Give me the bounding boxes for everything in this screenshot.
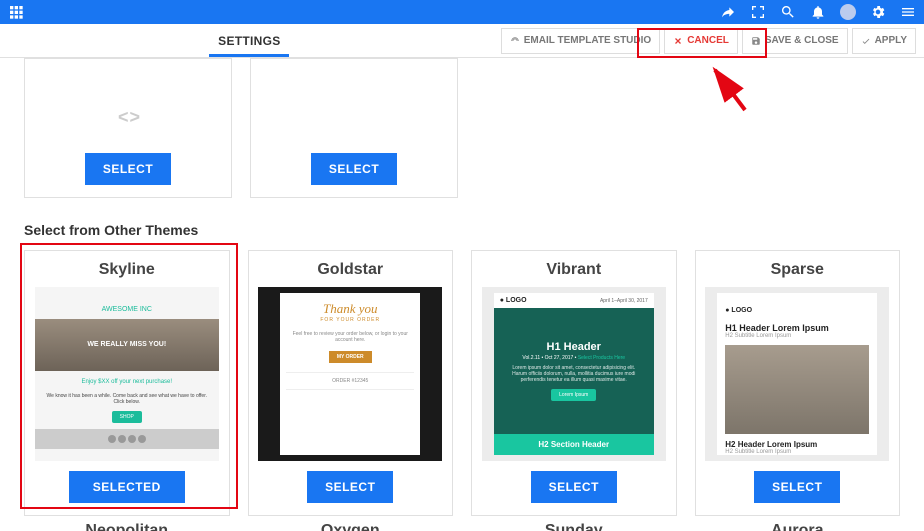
email-template-studio-label: EMAIL TEMPLATE STUDIO xyxy=(524,35,651,46)
preview-sub1: H2 Subtitle Lorem Ipsum xyxy=(717,333,877,345)
cancel-button[interactable]: CANCEL xyxy=(664,28,738,54)
save-close-button[interactable]: SAVE & CLOSE xyxy=(742,28,848,54)
theme-card-sparse: Sparse ● LOGO H1 Header Lorem Ipsum H2 S… xyxy=(695,250,901,516)
theme-title: Sunday xyxy=(471,522,677,531)
theme-card-blank-2: SELECT xyxy=(250,58,458,198)
preview-logo: ● LOGO xyxy=(725,307,752,314)
tab-underline xyxy=(209,54,289,57)
preview-brand: AWESOME INC xyxy=(96,300,158,319)
action-bar: SETTINGS EMAIL TEMPLATE STUDIO CANCEL SA… xyxy=(0,24,924,58)
select-button[interactable]: SELECT xyxy=(85,153,171,185)
theme-title: Skyline xyxy=(99,251,155,287)
preview-promo: Enjoy $XX off your next purchase! xyxy=(81,371,172,393)
select-button[interactable]: SELECT xyxy=(311,153,397,185)
selected-button[interactable]: SELECTED xyxy=(69,471,185,503)
top-navbar xyxy=(0,0,924,24)
theme-title: Sparse xyxy=(771,251,824,287)
tab-settings[interactable]: SETTINGS xyxy=(218,34,280,48)
fullscreen-icon[interactable] xyxy=(750,4,766,20)
preview-title: Thank you xyxy=(323,301,378,317)
preview-hero: WE REALLY MISS YOU! xyxy=(35,319,219,371)
user-avatar[interactable] xyxy=(840,4,856,20)
theme-preview-goldstar: Thank you FOR YOUR ORDER Feel free to re… xyxy=(258,287,442,461)
bell-icon[interactable] xyxy=(810,4,826,20)
preview-h2: H2 Header Lorem Ipsum xyxy=(717,434,877,449)
preview-h1: H1 Header xyxy=(547,341,601,353)
theme-preview-vibrant: ● LOGOApril 1–April 30, 2017 H1 Header V… xyxy=(482,287,666,461)
theme-preview-sparse: ● LOGO H1 Header Lorem Ipsum H2 Subtitle… xyxy=(705,287,889,461)
select-button[interactable]: SELECT xyxy=(754,471,840,503)
theme-card-vibrant: Vibrant ● LOGO April 1–April 30, 2017 H1 … xyxy=(471,250,677,516)
apply-label: APPLY xyxy=(875,35,907,46)
preview-h1: H1 Header Lorem Ipsum xyxy=(717,323,877,333)
preview-text: Feel free to review your order below, or… xyxy=(286,329,414,345)
preview-logo: ● LOGO xyxy=(500,297,527,304)
preview-cta: SHOP xyxy=(112,411,142,423)
content-area: < > SELECT SELECT Select from Other Them… xyxy=(0,58,924,531)
preview-body: We know it has been a while. Come back a… xyxy=(35,393,219,411)
preview-subtitle: FOR YOUR ORDER xyxy=(320,317,380,323)
theme-card-blank-1: < > SELECT xyxy=(24,58,232,198)
select-button[interactable]: SELECT xyxy=(531,471,617,503)
preview-date: April 1–April 30, 2017 xyxy=(600,298,648,304)
theme-card-skyline: Skyline AWESOME INC WE REALLY MISS YOU! … xyxy=(24,250,230,516)
preview-footer xyxy=(35,429,219,449)
cancel-label: CANCEL xyxy=(687,35,729,46)
menu-icon[interactable] xyxy=(900,4,916,20)
preview-sub2: H2 Subtitle Lorem Ipsum xyxy=(717,449,877,455)
preview-paragraph: Lorem ipsum dolor sit amet, consectetur … xyxy=(500,365,648,389)
theme-preview-skyline: AWESOME INC WE REALLY MISS YOU! Enjoy $X… xyxy=(35,287,219,461)
section-other-themes-title: Select from Other Themes xyxy=(24,222,900,238)
preview-cta: Lorem Ipsum xyxy=(551,389,596,401)
apps-icon[interactable] xyxy=(8,4,24,20)
share-icon[interactable] xyxy=(720,4,736,20)
apply-button[interactable]: APPLY xyxy=(852,28,916,54)
theme-title: Aurora xyxy=(695,522,901,531)
theme-card-goldstar: Goldstar Thank you FOR YOUR ORDER Feel f… xyxy=(248,250,454,516)
theme-title: Vibrant xyxy=(546,251,601,287)
search-icon[interactable] xyxy=(780,4,796,20)
chevron-nav-icon[interactable]: < > xyxy=(118,107,138,128)
preview-image xyxy=(725,345,869,434)
save-close-label: SAVE & CLOSE xyxy=(765,35,839,46)
gear-icon[interactable] xyxy=(870,4,886,20)
theme-title: Goldstar xyxy=(317,251,383,287)
theme-title: Neopolitan xyxy=(24,522,230,531)
email-template-studio-button[interactable]: EMAIL TEMPLATE STUDIO xyxy=(501,28,660,54)
select-button[interactable]: SELECT xyxy=(307,471,393,503)
preview-h2: H2 Section Header xyxy=(494,434,654,455)
preview-cta: MY ORDER xyxy=(329,351,372,363)
theme-title: Oxygen xyxy=(248,522,454,531)
